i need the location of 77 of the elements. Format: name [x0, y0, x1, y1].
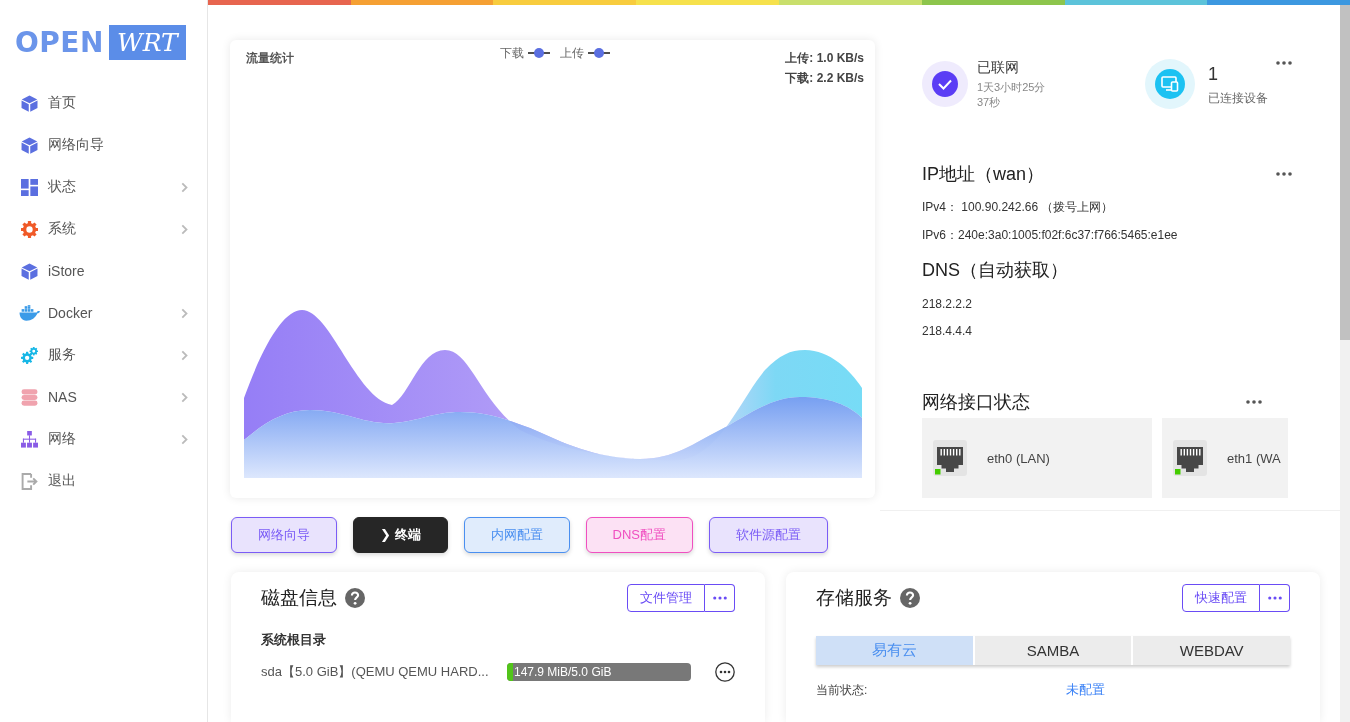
card-title: 存储服务 — [816, 586, 892, 610]
logo-wordmark: OPEN — [15, 25, 104, 60]
cube-icon — [21, 94, 38, 112]
device-count: 1 — [1208, 62, 1219, 85]
sidebar-item[interactable]: 系统 — [0, 208, 207, 250]
disk-usage-text: 147.9 MiB/5.0 GiB — [514, 664, 612, 681]
more-icon[interactable] — [712, 596, 727, 600]
sidebar-item[interactable]: 网络 — [0, 418, 207, 460]
more-icon[interactable] — [1276, 172, 1292, 176]
legend-marker-icon — [528, 48, 550, 58]
more-icon[interactable] — [1267, 596, 1282, 600]
more-button[interactable] — [705, 584, 735, 612]
legend-label: 上传 — [560, 46, 584, 60]
more-icon[interactable] — [1246, 400, 1262, 404]
database-icon — [21, 388, 38, 406]
chevron-right-icon — [181, 307, 188, 319]
chevron-right-icon — [181, 181, 188, 193]
ip-address-text: IPv6：240e:3a0:1005:f02f:6c37:f766:5465:e1ee — [922, 227, 1179, 243]
sidebar-item[interactable]: iStore — [0, 250, 207, 292]
connection-status: 已联网 — [977, 58, 1020, 76]
legend-marker-icon — [588, 48, 610, 58]
help-icon[interactable] — [900, 588, 920, 608]
uptime-text: 1天3小时25分37秒 — [977, 80, 1047, 110]
chart-title: 流量统计 — [246, 50, 294, 66]
quick-config-button[interactable]: 快速配置 — [1182, 584, 1260, 612]
chevron-right-icon — [181, 391, 188, 403]
legend-label: 下载 — [500, 46, 524, 60]
sidebar-item[interactable]: 网络向导 — [0, 124, 207, 166]
more-button[interactable] — [1260, 584, 1290, 612]
card-title: 磁盘信息 — [261, 586, 337, 610]
status-value: 未配置 — [1066, 681, 1105, 699]
interface-name: eth0 (LAN) — [987, 450, 1050, 466]
quick-action-button[interactable]: 网络向导 — [231, 517, 337, 553]
rate-text: 上传: 1.0 KB/s — [785, 50, 864, 67]
interface-card[interactable]: eth0 (LAN) — [922, 418, 1152, 498]
cube-icon — [21, 136, 38, 154]
logo-badge: WRT — [108, 25, 186, 60]
dns-server-text: 218.2.2.2 — [922, 296, 974, 312]
dns-server-text: 218.4.4.4 — [922, 323, 974, 339]
sidebar-item[interactable]: 退出 — [0, 460, 207, 502]
storage-tab[interactable]: WEBDAV — [1133, 636, 1290, 665]
sidebar-item[interactable]: 首页 — [0, 82, 207, 124]
chevron-right-icon — [181, 349, 188, 361]
sidebar-item[interactable]: Docker — [0, 292, 207, 334]
quick-action-button[interactable]: ❯ 终端 — [353, 517, 448, 553]
dashboard-icon — [21, 178, 38, 196]
logout-icon — [21, 472, 38, 490]
gears-icon — [21, 346, 38, 364]
interface-name: eth1 (WA — [1227, 450, 1281, 466]
chevron-right-icon — [181, 433, 188, 445]
ip-address-text: IPv4： 100.90.242.66 （拨号上网） — [922, 199, 1115, 215]
status-label: 当前状态: — [816, 682, 868, 699]
disk-name: sda【5.0 GiB】(QEMU QEMU HARD... — [261, 663, 490, 681]
sitemap-icon — [21, 430, 38, 448]
section-title: 网络接口状态 — [922, 391, 1030, 414]
sidebar-item[interactable]: NAS — [0, 376, 207, 418]
device-label: 已连接设备 — [1208, 89, 1268, 106]
scrollbar-thumb[interactable] — [1340, 5, 1350, 340]
gear-icon — [21, 220, 38, 238]
sidebar-item[interactable]: 状态 — [0, 166, 207, 208]
help-icon[interactable] — [345, 588, 365, 608]
section-heading: 系统根目录 — [261, 631, 327, 649]
devices-icon — [1145, 59, 1195, 109]
cube-icon — [21, 262, 38, 280]
sidebar-item[interactable]: 服务 — [0, 334, 207, 376]
quick-action-button[interactable]: 软件源配置 — [708, 517, 828, 553]
more-options-icon[interactable] — [715, 662, 735, 682]
whale-icon — [19, 305, 40, 321]
section-title: IP地址（wan） — [922, 163, 1045, 186]
check-circle-icon — [922, 61, 968, 107]
chevron-right-icon — [181, 223, 188, 235]
section-title: DNS（自动获取） — [922, 259, 1069, 282]
rate-text: 下载: 2.2 KB/s — [785, 70, 864, 87]
more-icon[interactable] — [1276, 61, 1292, 65]
storage-tab[interactable]: SAMBA — [974, 636, 1132, 665]
file-manager-button[interactable]: 文件管理 — [627, 584, 705, 612]
interface-card[interactable]: eth1 (WA — [1162, 418, 1288, 498]
